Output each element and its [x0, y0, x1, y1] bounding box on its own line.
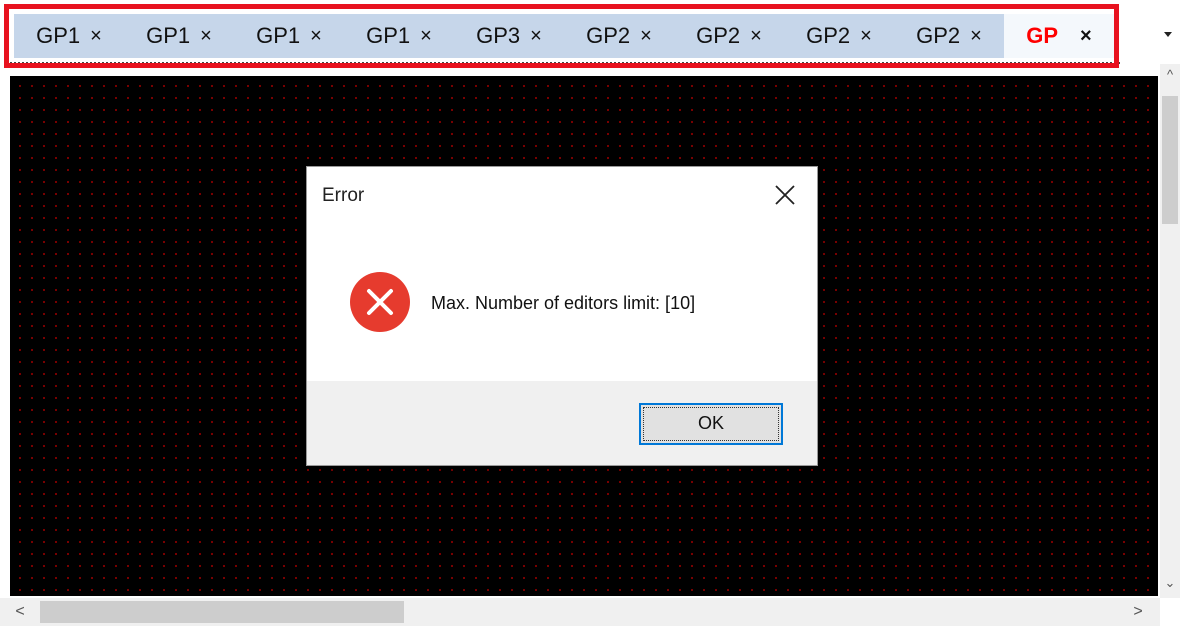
scroll-up-icon[interactable]: ^: [1160, 64, 1180, 86]
tab-label: GP2: [916, 23, 961, 48]
tab-label: GP1: [256, 23, 301, 48]
tab-gp2-3[interactable]: GP2 ×: [784, 14, 894, 58]
tab-label: GP2: [806, 23, 851, 48]
tab-list: GP1 × GP1 × GP1 × GP1 × GP3 × GP2 × GP2 …: [14, 14, 1114, 58]
ok-button[interactable]: OK: [639, 403, 783, 445]
tab-close-icon[interactable]: ×: [1080, 25, 1092, 48]
triangle-down-icon[interactable]: [1160, 26, 1176, 42]
scroll-down-icon[interactable]: ⌄: [1160, 572, 1180, 594]
vertical-scroll-thumb[interactable]: [1162, 96, 1178, 224]
tab-close-icon[interactable]: ×: [90, 25, 102, 48]
tab-label: GP3: [476, 23, 521, 48]
tab-label: GP1: [146, 23, 191, 48]
tab-gp2-2[interactable]: GP2 ×: [674, 14, 784, 58]
tab-strip: GP1 × GP1 × GP1 × GP1 × GP3 × GP2 × GP2 …: [0, 0, 1180, 72]
horizontal-scroll-thumb[interactable]: [40, 601, 404, 623]
tab-gp1-3[interactable]: GP1 ×: [234, 14, 344, 58]
tab-focus-underline: [10, 62, 1120, 64]
dialog-title: Error: [322, 185, 365, 206]
error-icon: [350, 272, 410, 332]
focus-rectangle: [643, 407, 779, 441]
tab-bar: GP1 × GP1 × GP1 × GP1 × GP3 × GP2 × GP2 …: [14, 14, 1118, 58]
tab-close-icon[interactable]: ×: [750, 25, 762, 48]
scroll-left-icon[interactable]: <: [8, 598, 32, 626]
tab-close-icon[interactable]: ×: [200, 25, 212, 48]
tab-label: GP1: [366, 23, 411, 48]
tab-close-icon[interactable]: ×: [640, 25, 652, 48]
tab-label: GP1: [36, 23, 81, 48]
tab-close-icon[interactable]: ×: [420, 25, 432, 48]
tab-close-icon[interactable]: ×: [530, 25, 542, 48]
tab-gp2-1[interactable]: GP2 ×: [564, 14, 674, 58]
tab-label: GP2: [696, 23, 741, 48]
tab-close-icon[interactable]: ×: [860, 25, 872, 48]
tab-label: GP2: [586, 23, 631, 48]
tab-gp1-1[interactable]: GP1 ×: [14, 14, 124, 58]
tab-gp1-2[interactable]: GP1 ×: [124, 14, 234, 58]
tab-gp2-4[interactable]: GP2 ×: [894, 14, 1004, 58]
tab-close-icon[interactable]: ×: [310, 25, 322, 48]
dialog-message: Max. Number of editors limit: [10]: [431, 293, 696, 313]
scroll-right-icon[interactable]: >: [1126, 598, 1150, 626]
tab-gp1-4[interactable]: GP1 ×: [344, 14, 454, 58]
tab-close-icon[interactable]: ×: [970, 25, 982, 48]
tab-label: GP: [1026, 23, 1059, 48]
tab-gp-active[interactable]: GP ×: [1004, 14, 1114, 58]
close-icon[interactable]: [765, 177, 805, 213]
tab-gp3[interactable]: GP3 ×: [454, 14, 564, 58]
error-dialog: Error Max. Number of editors limit: [10]…: [306, 166, 818, 466]
